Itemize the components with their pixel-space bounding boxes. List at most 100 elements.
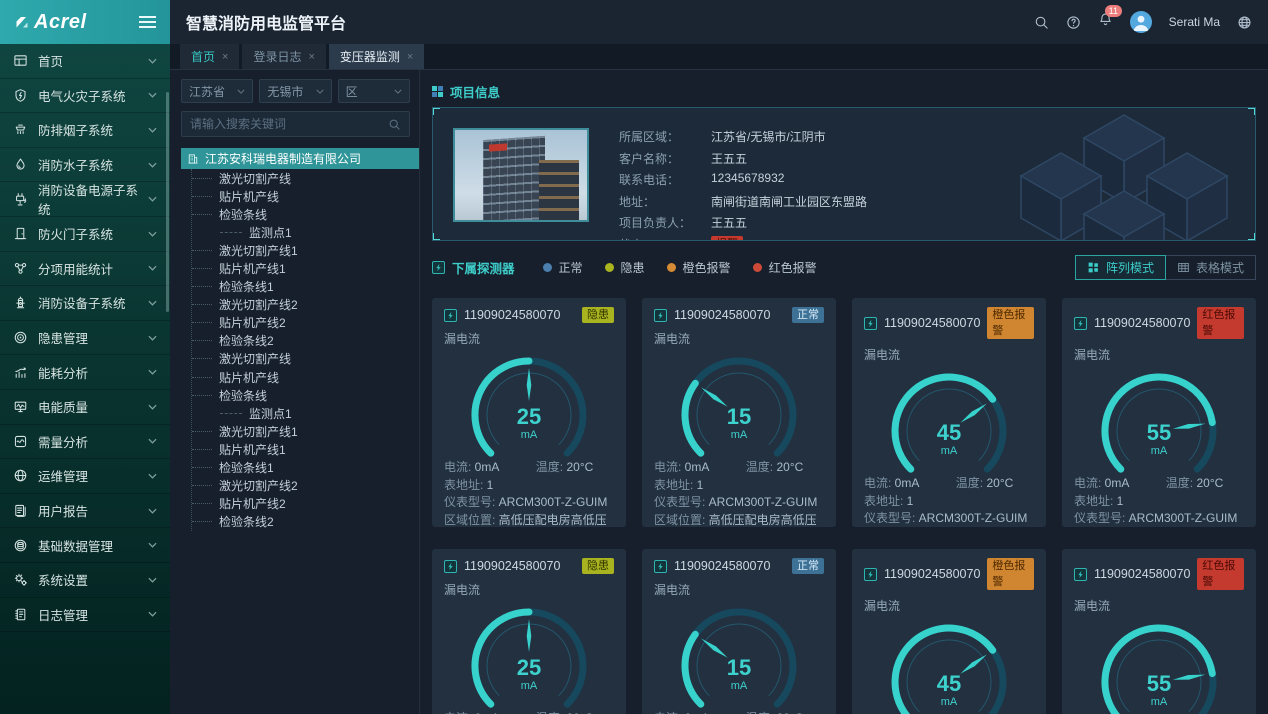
help-icon[interactable] [1066,15,1081,30]
tree-node[interactable]: 监测点1 [192,404,410,422]
tree-node[interactable]: 激光切割产线1 [192,241,410,259]
detector-card-1[interactable]: 11909024580070 正常 漏电流 15 mA 电流: 0mA 温度: … [642,298,836,527]
tab-close-icon[interactable]: × [308,51,314,63]
user-name[interactable]: Serati Ma [1169,15,1220,29]
mode-button-label: 表格模式 [1196,259,1244,276]
tree-node[interactable]: 检验条线1 [192,459,410,477]
mode-button-array[interactable]: 阵列模式 [1075,255,1166,280]
brand-logo-text: Acrel [34,11,87,34]
legend-item-橙色报警: 橙色报警 [667,259,731,276]
sidebar-item-power-supply[interactable]: 消防设备电源子系统 [0,182,170,217]
bolt-square-icon [444,309,457,322]
tree-node[interactable]: 激光切割产线2 [192,477,410,495]
detector-card-6[interactable]: 11909024580070 橙色报警 漏电流 45 mA 电流: 0mA 温度… [852,549,1046,714]
tab-0[interactable]: 首页 × [180,44,239,69]
sidebar-item-energy-stats[interactable]: 分项用能统计 [0,252,170,287]
chevron-down-icon [148,611,157,617]
mode-button-label: 阵列模式 [1106,259,1154,276]
search-icon[interactable] [388,118,401,131]
region-select-2[interactable]: 区 [338,79,410,103]
sidebar-item-demand-analysis[interactable]: 需量分析 [0,425,170,460]
sidebar-item-electric-fire[interactable]: 电气火灾子系统 [0,79,170,114]
sidebar-item-settings[interactable]: 系统设置 [0,563,170,598]
temperature-value: 温度: 20°C [536,459,593,477]
tab-close-icon[interactable]: × [222,51,228,63]
detector-card-7[interactable]: 11909024580070 红色报警 漏电流 55 mA 电流: 0mA 温度… [1062,549,1256,714]
settings-icon [13,572,28,587]
menu-collapse-icon[interactable] [139,16,156,28]
leakage-gauge: 55 mA [1080,363,1238,475]
tree-node[interactable]: 激光切割产线 [192,169,410,187]
region-select-1[interactable]: 无锡市 [259,79,331,103]
search-icon[interactable] [1034,15,1049,30]
card-details: 电流: 0mA 温度: 20°C 表地址: 1 仪表型号: ARCM300T-Z… [1074,475,1244,527]
tree-node[interactable]: 检验条线1 [192,278,410,296]
sidebar-item-fire-equipment[interactable]: 消防设备子系统 [0,286,170,321]
sidebar-item-energy-analysis[interactable]: 能耗分析 [0,355,170,390]
tree-node-label: 贴片机产线2 [219,314,286,331]
tree-node[interactable]: 贴片机产线 [192,368,410,386]
tree-node[interactable]: 激光切割产线 [192,350,410,368]
tree-node[interactable]: 监测点1 [192,223,410,241]
sidebar-item-ops[interactable]: 运维管理 [0,459,170,494]
tree-node[interactable]: 激光切割产线1 [192,422,410,440]
legend-dot [543,263,552,272]
tree-node[interactable]: 贴片机产线1 [192,259,410,277]
meter-model: 仪表型号: ARCM300T-Z-GUIM [444,494,614,512]
notification-badge: 11 [1105,5,1122,17]
project-field-label: 所属区域： [619,128,711,145]
tab-1[interactable]: 登录日志 × [242,44,325,69]
sidebar-item-base-data[interactable]: 基础数据管理 [0,528,170,563]
tab-2[interactable]: 变压器监测 × [329,44,424,69]
bolt-square-icon [864,317,877,330]
region-select-0[interactable]: 江苏省 [181,79,253,103]
tree-root-company[interactable]: 江苏安科瑞电器制造有限公司 [181,148,419,169]
notifications[interactable]: 11 [1098,12,1113,32]
tree-node[interactable]: 贴片机产线2 [192,495,410,513]
detector-card-4[interactable]: 11909024580070 隐患 漏电流 25 mA 电流: 0mA 温度: … [432,549,626,714]
sidebar-item-power-quality[interactable]: 电能质量 [0,390,170,425]
chevron-down-icon [148,438,157,444]
avatar[interactable] [1130,11,1152,33]
tree-node[interactable]: 激光切割产线2 [192,296,410,314]
sidebar-item-fire-door[interactable]: 防火门子系统 [0,217,170,252]
sidebar-item-fire-water[interactable]: 消防水子系统 [0,148,170,183]
sidebar-item-report[interactable]: 用户报告 [0,494,170,529]
sidebar-item-log[interactable]: 日志管理 [0,598,170,633]
status-badge: 隐患 [582,307,614,323]
tree-node[interactable]: 贴片机产线 [192,187,410,205]
metric-label: 漏电流 [864,597,1034,614]
sidebar-item-dashboard[interactable]: 首页 [0,44,170,79]
tree-node[interactable]: 贴片机产线1 [192,440,410,458]
tree-node-label: 监测点1 [249,224,292,241]
sidebar-item-hazard[interactable]: 隐患管理 [0,321,170,356]
grid-mode-icon [1087,261,1100,274]
mode-button-table[interactable]: 表格模式 [1165,255,1256,280]
meter-model: 仪表型号: ARCM300T-Z-GUIM [1074,510,1244,527]
tree-node[interactable]: 检验条线2 [192,332,410,350]
detector-card-2[interactable]: 11909024580070 橙色报警 漏电流 45 mA 电流: 0mA 温度… [852,298,1046,527]
card-header: 11909024580070 红色报警 [1074,307,1244,339]
sidebar-scrollbar[interactable] [166,92,169,312]
meter-address: 表地址: 1 [864,493,1034,511]
tree-node[interactable]: 检验条线2 [192,513,410,531]
tree-node[interactable]: 检验条线 [192,205,410,223]
legend-label: 橙色报警 [683,259,731,276]
tree-node-label: 激光切割产线2 [219,296,298,313]
detector-card-0[interactable]: 11909024580070 隐患 漏电流 25 mA 电流: 0mA 温度: … [432,298,626,527]
language-globe-icon[interactable] [1237,15,1252,30]
detector-card-5[interactable]: 11909024580070 正常 漏电流 15 mA 电流: 0mA 温度: … [642,549,836,714]
detector-card-3[interactable]: 11909024580070 红色报警 漏电流 55 mA 电流: 0mA 温度… [1062,298,1256,527]
tab-close-icon[interactable]: × [407,51,413,63]
tree-node[interactable]: 贴片机产线2 [192,314,410,332]
project-info-header: 项目信息 [432,82,1256,101]
tree-node[interactable]: 检验条线 [192,386,410,404]
sidebar-item-smoke-control[interactable]: 防排烟子系统 [0,113,170,148]
sidebar-item-label: 消防设备电源子系统 [38,180,138,218]
tree-search-input[interactable] [190,117,388,131]
smoke-control-icon [13,122,28,137]
sidebar-item-label: 日志管理 [38,605,88,624]
electric-fire-icon [13,88,28,103]
legend-dot [667,263,676,272]
status-badge: 隐患 [582,558,614,574]
